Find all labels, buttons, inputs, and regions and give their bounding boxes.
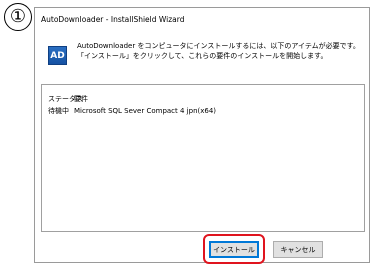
requirements-message: AutoDownloader をコンピュータにインストールするには、以下のアイテ… — [77, 42, 360, 60]
window-title: AutoDownloader - InstallShield Wizard — [35, 8, 369, 30]
requirement-column-header: 要件 — [74, 95, 88, 103]
install-button[interactable]: インストール — [209, 241, 259, 258]
installshield-wizard-dialog: AutoDownloader - InstallShield Wizard AD… — [34, 7, 370, 263]
status-column-header: ステータス — [48, 95, 83, 103]
cancel-button[interactable]: キャンセル — [273, 241, 323, 258]
app-logo-icon: AD — [48, 46, 67, 65]
list-item: 待機中 Microsoft SQL Sever Compact 4 jpn(x6… — [48, 106, 216, 116]
list-header-row: ステータス 要件 — [48, 94, 88, 104]
requirement-status: 待機中 — [48, 107, 69, 115]
requirement-name: Microsoft SQL Sever Compact 4 jpn(x64) — [74, 107, 217, 115]
dialog-header: AD AutoDownloader をコンピュータにインストールするには、以下の… — [35, 30, 369, 78]
step-number-marker: ① — [4, 3, 32, 31]
requirements-list: ステータス 要件 待機中 Microsoft SQL Sever Compact… — [41, 84, 365, 232]
